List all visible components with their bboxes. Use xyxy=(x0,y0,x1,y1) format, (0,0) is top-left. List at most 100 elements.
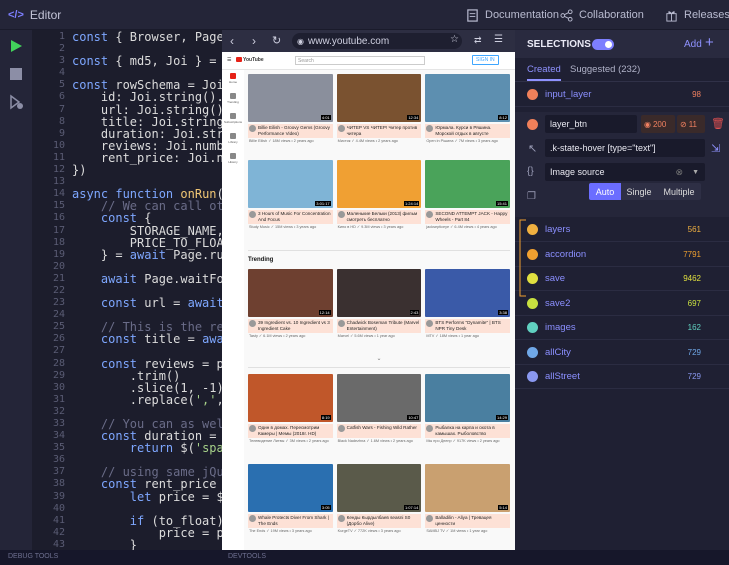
selection-item[interactable]: input_layer 98 xyxy=(515,83,729,107)
selection-item[interactable]: accordion 7791 xyxy=(515,243,729,267)
translate-icon[interactable]: ⇄ xyxy=(474,35,482,46)
video-card[interactable]: 1:07:14 Кенды Кырдылбаев seasni S0 (Дорбо… xyxy=(336,464,422,550)
channel-avatar[interactable] xyxy=(337,425,345,432)
attribute-source-select[interactable]: Image source ⊗ ▼ xyxy=(545,163,705,181)
sign-in-button[interactable]: SIGN IN xyxy=(472,55,499,65)
video-title[interactable]: Billie Eilish - Groovy Gems (Groovy Perf… xyxy=(258,125,332,137)
video-title[interactable]: BTS Performs "Dynamite" | BTS NPR Tiny D… xyxy=(435,320,509,332)
selection-name-input[interactable]: layer_btn xyxy=(545,115,637,133)
documentation-link[interactable]: Documentation xyxy=(466,0,559,30)
channel-avatar[interactable] xyxy=(426,515,434,522)
pick-element-icon[interactable]: ⇲ xyxy=(711,142,720,155)
tab-suggested[interactable]: Suggested (232) xyxy=(570,64,640,75)
video-thumbnail[interactable]: 8:12 xyxy=(425,74,510,122)
tab-created[interactable]: Created xyxy=(527,64,561,81)
channel-avatar[interactable] xyxy=(249,320,256,327)
editor-tab[interactable]: </> Editor xyxy=(0,0,150,30)
video-title[interactable]: Маленькие Бельки (2013) фильм смотреть б… xyxy=(347,211,421,223)
selections-toggle[interactable] xyxy=(592,39,614,50)
video-thumbnail[interactable]: 15:41 xyxy=(425,160,510,208)
channel-avatar[interactable] xyxy=(249,425,256,432)
mode-single-button[interactable]: Single xyxy=(621,183,657,200)
cursor-icon[interactable]: ↖ xyxy=(528,142,537,155)
star-icon[interactable]: ☆ xyxy=(450,34,459,45)
video-card[interactable]: 10:47 Catfish Wars - Fishing Wild Rather B… xyxy=(336,374,422,460)
video-thumbnail[interactable]: 1:24:14 xyxy=(336,160,422,208)
video-title[interactable]: Catfish Wars - Fishing Wild Rather xyxy=(347,425,417,437)
youtube-nav-item[interactable]: Home xyxy=(222,70,244,90)
hamburger-icon[interactable]: ☰ xyxy=(227,57,231,63)
video-card[interactable]: 4:01 Billie Eilish - Groovy Gems (Groovy … xyxy=(248,74,333,160)
hidden-count-badge[interactable]: ⊘ 11 xyxy=(677,115,705,133)
youtube-nav-item[interactable]: Trending xyxy=(222,90,244,110)
video-card[interactable]: 12:34 ЧИТЕР VS ЧИТЕР! Читер против читера… xyxy=(336,74,422,160)
video-title[interactable]: Кенды Кырдылбаев seasni S0 (Дорбо Alive) xyxy=(347,515,421,527)
channel-avatar[interactable] xyxy=(249,515,256,522)
video-title[interactable]: Юрмала. Курси в Ряшина. Морской отдых в … xyxy=(435,125,509,137)
selection-item[interactable]: save2 697 xyxy=(515,292,729,316)
video-card[interactable]: 8:12 Юрмала. Курси в Ряшина. Морской отды… xyxy=(425,74,510,160)
video-card[interactable]: 14:29 Рыбалка на карпа и охота в камышах.… xyxy=(425,374,510,460)
video-thumbnail[interactable]: 4:01 xyxy=(248,74,333,122)
stop-icon[interactable] xyxy=(8,66,24,82)
debug-tools-tab[interactable]: DEBUG TOOLS xyxy=(8,553,58,560)
video-thumbnail[interactable]: 3:05 xyxy=(248,464,333,512)
video-title[interactable]: SECOND ATTEMPT JACK - Happy Wheels - Par… xyxy=(435,211,509,223)
selection-item[interactable]: save 9462 xyxy=(515,267,729,291)
video-thumbnail[interactable]: 8:19 xyxy=(248,374,333,422)
youtube-search[interactable]: Search xyxy=(295,56,425,65)
video-card[interactable]: 15:41 SECOND ATTEMPT JACK - Happy Wheels … xyxy=(425,160,510,246)
menu-icon[interactable]: ☰ xyxy=(494,34,503,45)
video-card[interactable]: 5:14 Balladilin - Aliya | Тревацея ценнос… xyxy=(425,464,510,550)
devtools-tab[interactable]: DEVTOOLS xyxy=(228,553,266,560)
selection-item[interactable]: images 162 xyxy=(515,316,729,340)
video-thumbnail[interactable]: 2:43 xyxy=(336,269,422,317)
channel-avatar[interactable] xyxy=(426,125,434,132)
video-thumbnail[interactable]: 5:14 xyxy=(425,464,510,512)
channel-avatar[interactable] xyxy=(337,515,345,522)
plus-icon[interactable]: + xyxy=(705,34,714,51)
address-bar[interactable]: ◉ www.youtube.com xyxy=(292,33,462,49)
youtube-nav-item[interactable]: Library xyxy=(222,130,244,150)
video-card[interactable]: 3:05 Whale Protects Diver From Shark | Th… xyxy=(248,464,333,550)
channel-avatar[interactable] xyxy=(337,211,345,218)
video-thumbnail[interactable]: 12:14 xyxy=(248,269,333,317)
css-selector-input[interactable]: .k-state-hover [type="text"] xyxy=(545,139,705,157)
youtube-nav-item[interactable]: History xyxy=(222,150,244,170)
video-title[interactable]: Balladilin - Aliya | Тревацея ценности xyxy=(435,515,509,527)
video-title[interactable]: 3 Hours of Music For Concentration And F… xyxy=(258,211,332,223)
back-icon[interactable]: ‹ xyxy=(230,34,234,48)
trash-icon[interactable]: 🗑 xyxy=(711,117,725,130)
video-title[interactable]: ЧИТЕР VS ЧИТЕР! Читер против читера xyxy=(347,125,421,137)
video-title[interactable]: Whale Protects Diver From Shark | The En… xyxy=(258,515,332,527)
video-title[interactable]: Рыбалка на карпа и охота в камышах. Рыбо… xyxy=(435,425,509,437)
forward-icon[interactable]: › xyxy=(252,34,256,48)
video-thumbnail[interactable]: 12:34 xyxy=(336,74,422,122)
channel-avatar[interactable] xyxy=(426,320,434,327)
channel-avatar[interactable] xyxy=(249,211,256,218)
channel-avatar[interactable] xyxy=(337,320,345,327)
video-card[interactable]: 3:01:17 3 Hours of Music For Concentratio… xyxy=(248,160,333,246)
video-card[interactable]: 12:14 39 Ingredient vs. 10 Ingredient vs … xyxy=(248,269,333,355)
channel-avatar[interactable] xyxy=(249,125,256,132)
video-card[interactable]: 8:19 Один в домах. Пересмотрим Камеры | М… xyxy=(248,374,333,460)
channel-avatar[interactable] xyxy=(426,425,434,432)
channel-avatar[interactable] xyxy=(426,211,434,218)
releases-link[interactable]: Releases xyxy=(665,0,729,30)
collaboration-link[interactable]: Collaboration xyxy=(560,0,644,30)
clear-icon[interactable]: ⊗ xyxy=(675,167,683,178)
video-title[interactable]: Chadwick Boseman Tribute (Marvel Enterta… xyxy=(347,320,421,332)
youtube-logo[interactable]: YouTube xyxy=(243,57,264,63)
video-thumbnail[interactable]: 3:01:17 xyxy=(248,160,333,208)
mode-multiple-button[interactable]: Multiple xyxy=(657,183,701,200)
code-editor[interactable]: const { Browser, Page, Que const { md5, J… xyxy=(68,30,222,550)
selection-item[interactable]: allCity 729 xyxy=(515,341,729,365)
visible-count-badge[interactable]: ◉ 200 xyxy=(641,115,675,133)
video-thumbnail[interactable]: 3:38 xyxy=(425,269,510,317)
mode-auto-button[interactable]: Auto xyxy=(589,183,621,200)
debug-step-icon[interactable] xyxy=(8,94,24,110)
video-thumbnail[interactable]: 1:07:14 xyxy=(336,464,422,512)
video-thumbnail[interactable]: 10:47 xyxy=(336,374,422,422)
video-card[interactable]: 1:24:14 Маленькие Бельки (2013) фильм смо… xyxy=(336,160,422,246)
channel-avatar[interactable] xyxy=(337,125,345,132)
